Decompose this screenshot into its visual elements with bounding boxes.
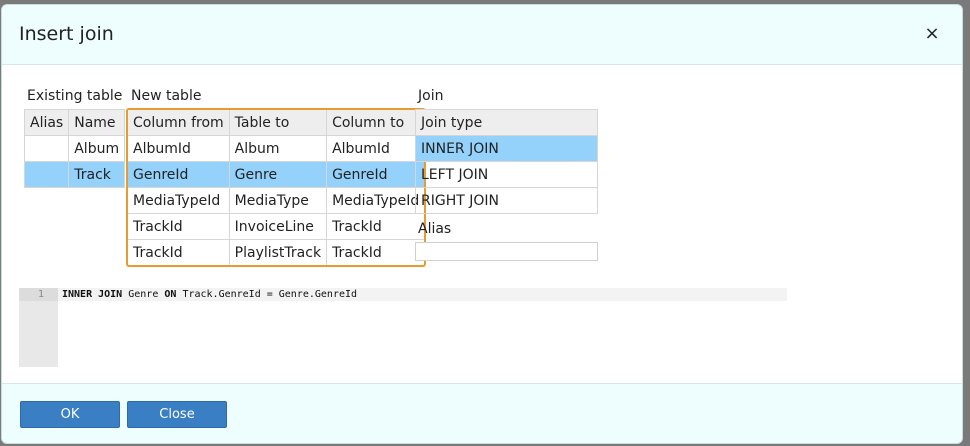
new-table-label: New table: [131, 88, 202, 104]
new-table-grid: Column from Table to Column to AlbumId A…: [128, 110, 425, 265]
table-row[interactable]: AlbumId Album AlbumId: [128, 135, 425, 162]
join-type-cell[interactable]: INNER JOIN: [415, 135, 598, 162]
sql-text: Track.GenreId = Genre.GenreId: [176, 289, 358, 300]
column-header-column-from[interactable]: Column from: [128, 110, 230, 136]
join-type-option-left[interactable]: LEFT JOIN: [415, 161, 598, 188]
new-table-header-row: Column from Table to Column to: [128, 110, 425, 136]
table-row[interactable]: TrackId PlaylistTrack TrackId: [128, 239, 425, 265]
table-row[interactable]: MediaTypeId MediaType MediaTypeId: [128, 187, 425, 214]
existing-table-grid: Alias Name Album Track: [23, 109, 126, 188]
table-row[interactable]: Track: [23, 161, 126, 188]
column-to-cell[interactable]: AlbumId: [326, 135, 425, 162]
existing-table-header-row: Alias Name: [23, 109, 126, 136]
join-type-option-right[interactable]: RIGHT JOIN: [415, 187, 598, 214]
sql-keyword: ON: [164, 289, 177, 300]
join-label: Join: [418, 88, 444, 104]
column-header-alias[interactable]: Alias: [23, 109, 70, 136]
name-cell[interactable]: Track: [68, 161, 126, 188]
column-to-cell[interactable]: GenreId: [326, 161, 425, 188]
dialog-footer: OK Close: [2, 383, 962, 443]
sql-keyword: INNER JOIN: [62, 289, 123, 300]
join-type-header-row: Join type: [415, 109, 598, 136]
column-from-cell[interactable]: TrackId: [128, 213, 230, 240]
alias-input[interactable]: [415, 242, 598, 261]
sql-editor[interactable]: 1 INNER JOIN Genre ON Track.GenreId = Ge…: [19, 288, 787, 368]
close-icon[interactable]: ×: [924, 25, 940, 43]
join-type-option-inner[interactable]: INNER JOIN: [415, 135, 598, 162]
column-from-cell[interactable]: AlbumId: [128, 135, 230, 162]
column-header-name[interactable]: Name: [68, 109, 126, 136]
alias-label: Alias: [418, 221, 452, 237]
alias-cell[interactable]: [23, 161, 70, 188]
table-to-cell[interactable]: MediaType: [228, 187, 328, 214]
name-cell[interactable]: Album: [68, 135, 126, 162]
insert-join-dialog: Insert join × Existing table New table J…: [1, 4, 963, 444]
new-table-focus-frame: Column from Table to Column to AlbumId A…: [126, 108, 427, 267]
column-to-cell[interactable]: MediaTypeId: [326, 187, 425, 214]
table-to-cell[interactable]: Album: [228, 135, 328, 162]
existing-table-label: Existing table: [27, 88, 123, 104]
table-row[interactable]: TrackId InvoiceLine TrackId: [128, 213, 425, 240]
column-from-cell[interactable]: TrackId: [128, 239, 230, 265]
sql-text: Genre: [122, 289, 165, 300]
table-row[interactable]: GenreId Genre GenreId: [128, 161, 425, 188]
column-header-column-to[interactable]: Column to: [326, 110, 425, 136]
table-to-cell[interactable]: InvoiceLine: [228, 213, 328, 240]
column-header-join-type[interactable]: Join type: [415, 109, 598, 136]
line-number: 1: [19, 288, 58, 301]
column-from-cell[interactable]: MediaTypeId: [128, 187, 230, 214]
ok-button[interactable]: OK: [20, 401, 120, 428]
column-to-cell[interactable]: TrackId: [326, 239, 425, 265]
dialog-header: Insert join ×: [2, 5, 962, 65]
column-header-table-to[interactable]: Table to: [228, 110, 328, 136]
alias-cell[interactable]: [23, 135, 70, 162]
close-button[interactable]: Close: [127, 401, 227, 428]
column-to-cell[interactable]: TrackId: [326, 213, 425, 240]
join-type-cell[interactable]: LEFT JOIN: [415, 161, 598, 188]
table-to-cell[interactable]: Genre: [228, 161, 328, 188]
column-from-cell[interactable]: GenreId: [128, 161, 230, 188]
table-to-cell[interactable]: PlaylistTrack: [228, 239, 328, 265]
join-type-grid: Join type INNER JOIN LEFT JOIN RIGHT JOI…: [415, 109, 598, 214]
table-row[interactable]: Album: [23, 135, 126, 162]
dialog-title: Insert join: [19, 23, 114, 45]
join-type-cell[interactable]: RIGHT JOIN: [415, 187, 598, 214]
code-line[interactable]: INNER JOIN Genre ON Track.GenreId = Genr…: [58, 288, 787, 301]
